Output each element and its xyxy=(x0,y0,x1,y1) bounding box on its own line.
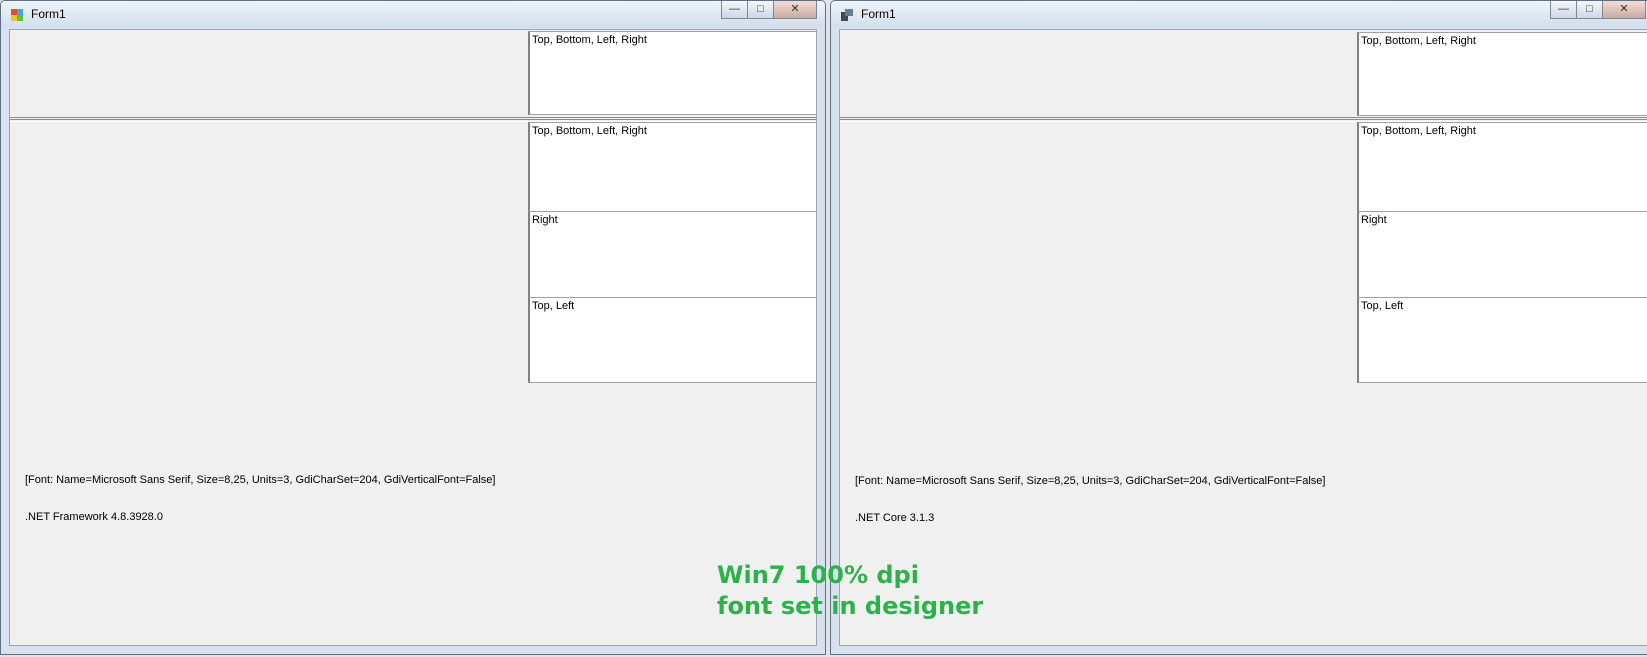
font-info-label: [Font: Name=Microsoft Sans Serif, Size=8… xyxy=(855,475,1326,487)
window-title: Form1 xyxy=(861,7,896,21)
textbox-anchor-right[interactable]: Right xyxy=(528,211,816,298)
main-panel: Top, Bottom, Left, Right Right Top, Left… xyxy=(10,121,816,645)
textbox-anchor-top-left[interactable]: Top, Left xyxy=(1357,297,1647,383)
annotation-overlay: Win7 100% dpi font set in designer xyxy=(717,560,983,622)
runtime-version-label: .NET Framework 4.8.3928.0 xyxy=(25,511,163,523)
close-button[interactable]: ✕ xyxy=(1602,1,1646,19)
minimize-button[interactable]: — xyxy=(1550,1,1577,19)
maximize-button[interactable]: □ xyxy=(747,1,774,19)
textbox-anchor-top-left[interactable]: Top, Left xyxy=(528,297,816,383)
app-icon xyxy=(841,9,853,21)
top-panel: Top, Bottom, Left, Right xyxy=(10,30,816,120)
close-button[interactable]: ✕ xyxy=(773,1,817,19)
caption-buttons: — □ ✕ xyxy=(721,1,817,19)
annotation-line-2: font set in designer xyxy=(717,592,984,620)
textbox-anchor-right[interactable]: Right xyxy=(1357,211,1647,298)
form-window-netframework: Form1 — □ ✕ Top, Bottom, Left, Right Top… xyxy=(0,0,826,655)
minimize-button[interactable]: — xyxy=(721,1,748,19)
textbox-top-panel[interactable]: Top, Bottom, Left, Right xyxy=(1357,32,1647,116)
annotation-line-1: Win7 100% dpi xyxy=(717,561,919,589)
form-client-area: Top, Bottom, Left, Right Top, Bottom, Le… xyxy=(9,29,817,646)
maximize-button[interactable]: □ xyxy=(1576,1,1603,19)
form-client-area: Top, Bottom, Left, Right Top, Bottom, Le… xyxy=(839,29,1647,646)
caption-buttons: — □ ✕ xyxy=(1550,1,1646,19)
title-bar[interactable]: Form1 — □ ✕ xyxy=(831,1,1647,28)
runtime-version-label: .NET Core 3.1.3 xyxy=(855,512,935,524)
top-panel: Top, Bottom, Left, Right xyxy=(840,30,1647,120)
form-window-netcore: Form1 — □ ✕ Top, Bottom, Left, Right Top… xyxy=(830,0,1647,655)
textbox-anchor-all[interactable]: Top, Bottom, Left, Right xyxy=(528,122,816,212)
window-title: Form1 xyxy=(31,7,66,21)
title-bar[interactable]: Form1 — □ ✕ xyxy=(1,1,825,28)
textbox-anchor-all[interactable]: Top, Bottom, Left, Right xyxy=(1357,122,1647,212)
textbox-top-panel[interactable]: Top, Bottom, Left, Right xyxy=(528,31,816,115)
font-info-label: [Font: Name=Microsoft Sans Serif, Size=8… xyxy=(25,474,496,486)
app-icon xyxy=(11,9,23,21)
